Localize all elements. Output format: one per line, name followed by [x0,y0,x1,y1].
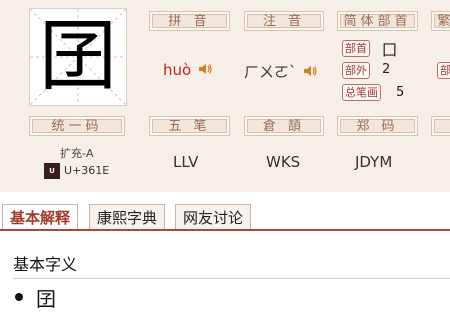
wubi-header: 五 笔 [149,116,230,136]
character-display-box: 囝 [29,8,127,106]
radical-value[interactable]: 囗 [382,39,397,60]
pinyin-value: huò [163,61,212,80]
divider [13,278,450,279]
cangjie-header: 倉 頡 [244,116,324,136]
zhuyin-text: ㄏㄨㄛˋ [244,63,297,81]
pinyin-header: 拼 音 [149,11,230,31]
traditional-radical-header: 繁 [431,11,450,31]
zhuyin-header: 注 音 [244,11,324,31]
unicode-logo-icon: U [44,163,60,179]
speaker-icon[interactable] [303,64,317,82]
unicode-header: 统一码 [29,116,125,136]
section-title: 基本字义 [13,255,78,274]
tab-underline [0,229,450,231]
wubi-value: LLV [173,153,199,171]
unicode-block: 扩充-A [60,147,94,160]
cangjie-value: WKS [266,153,301,171]
pinyin-text: huò [163,61,192,79]
unicode-code: U+361E [64,164,110,177]
zhengma-value: JDYM [355,153,393,171]
zhuyin-value: ㄏㄨㄛˋ [244,61,317,82]
outer-strokes-value: 2 [382,62,391,77]
cut-header [431,116,450,136]
tab-basic-explanation[interactable]: 基本解释 [2,204,79,231]
total-strokes-value: 5 [396,85,405,100]
tab-kangxi-dictionary[interactable]: 康熙字典 [89,204,166,230]
radical-label-badge: 部首 [342,40,370,57]
main-character: 囝 [38,12,117,102]
speaker-icon[interactable] [198,62,212,80]
tab-user-discussion[interactable]: 网友讨论 [175,204,252,230]
radical-header: 简体部首 [337,11,418,31]
zhengma-header: 郑 码 [337,116,418,136]
outer-strokes-label-badge: 部外 [342,62,370,79]
definition-character: 囝 [36,287,56,311]
traditional-radical-badge: 部 [437,62,450,79]
total-strokes-label-badge: 总笔画 [342,84,381,101]
